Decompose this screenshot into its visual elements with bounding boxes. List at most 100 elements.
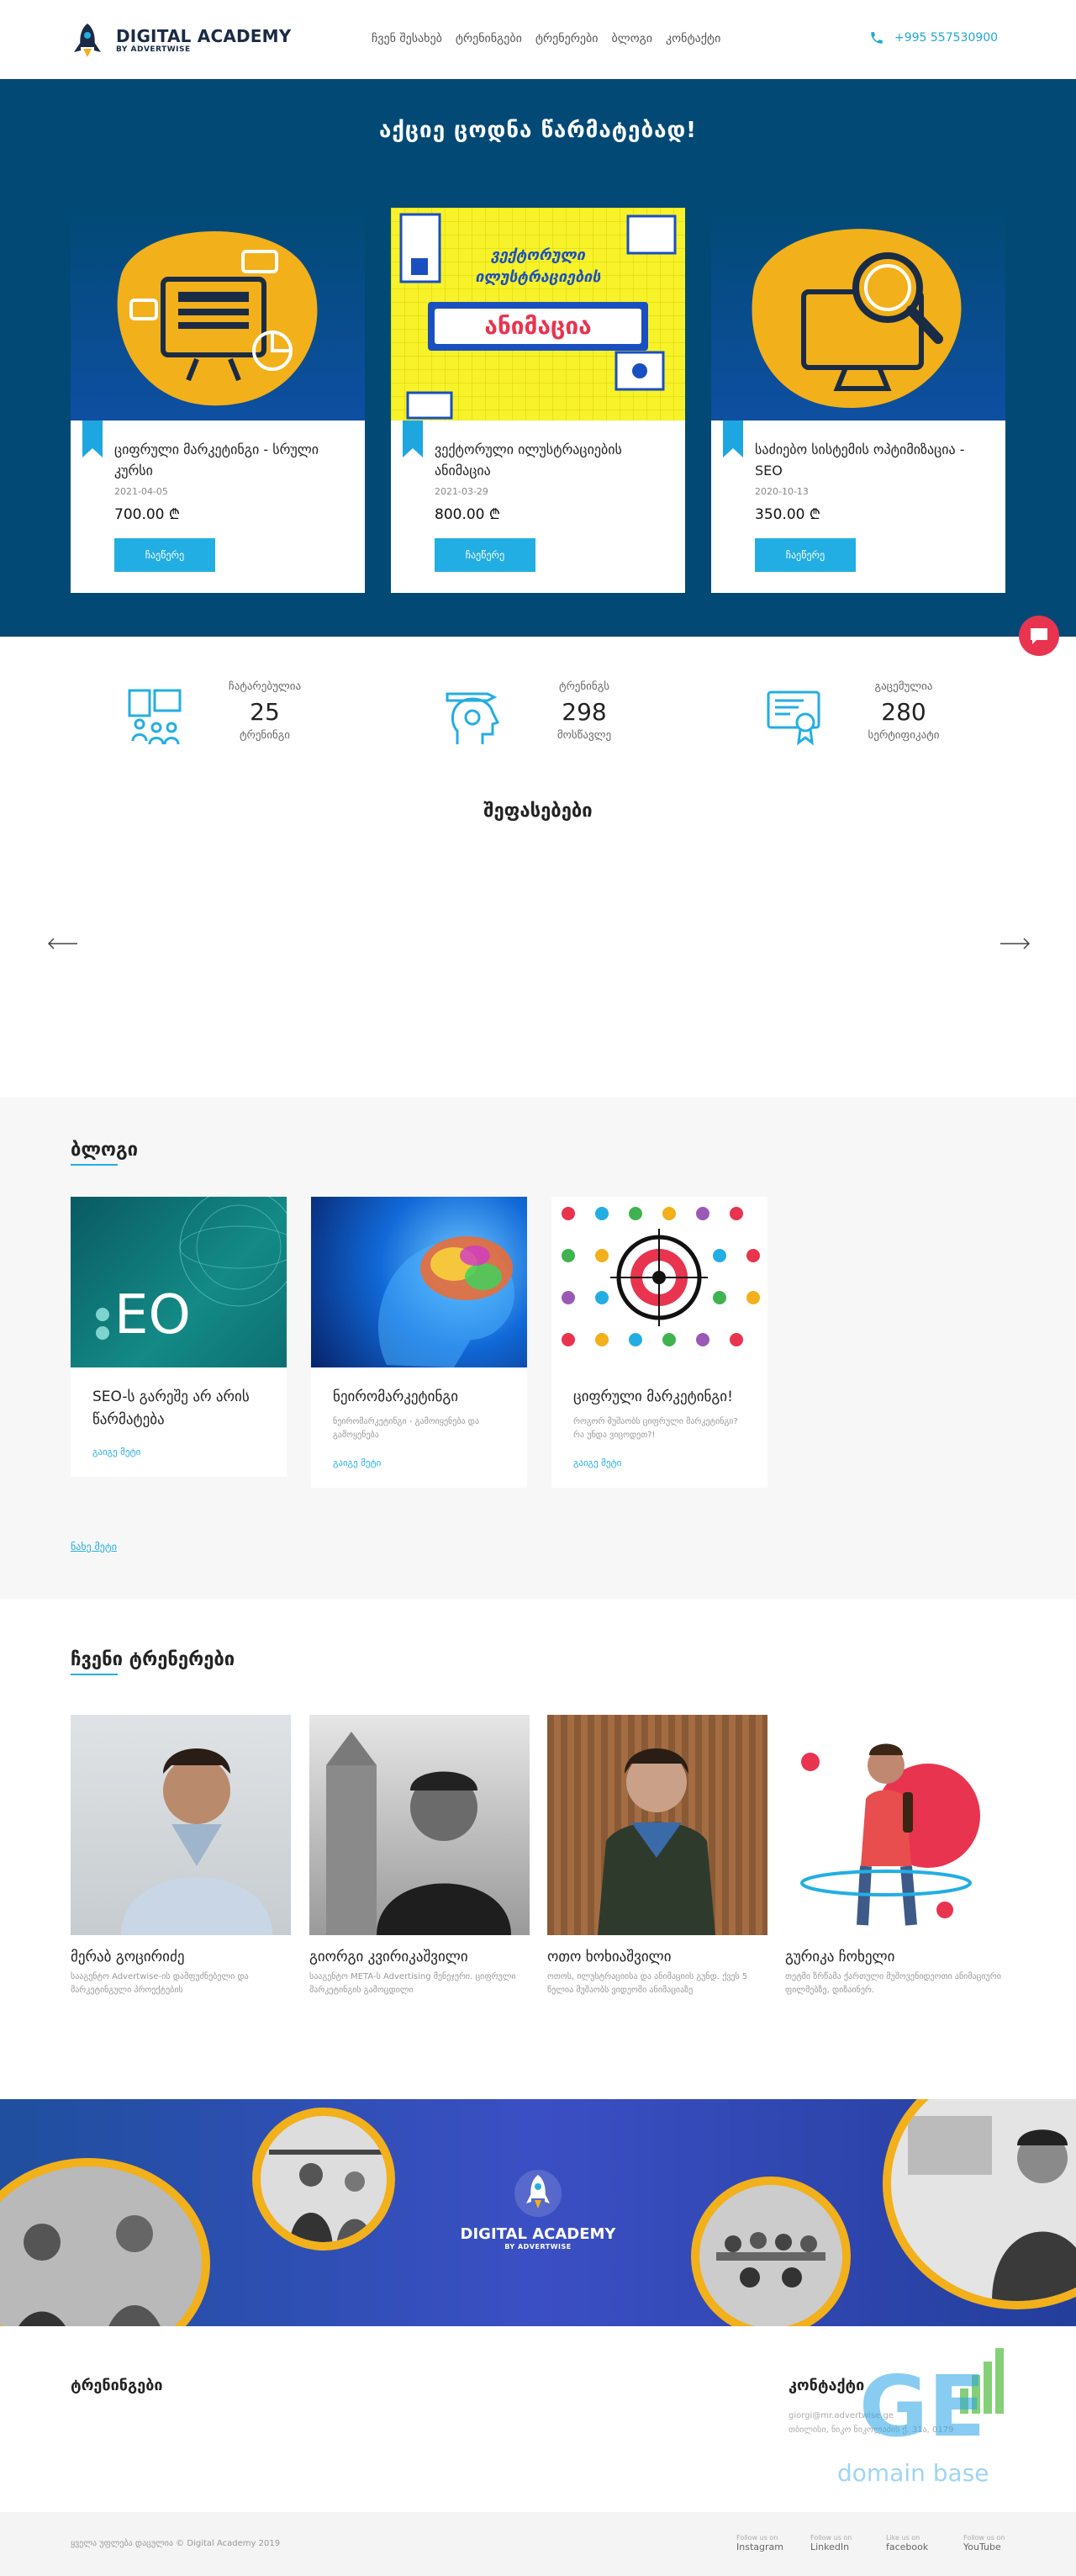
social-youtube[interactable]: Follow us on YouTube: [963, 2534, 1022, 2552]
target-audience-graphic: [562, 1207, 760, 1346]
stat-label-top: ტრენინგს: [558, 680, 610, 693]
nav-trainers[interactable]: ტრენერები: [535, 32, 599, 45]
trainer-photo: [785, 1715, 1005, 1935]
youtube-icon: YouTube: [963, 2542, 1001, 2552]
trainers-title: ჩვენი ტრენერები: [71, 1649, 235, 1675]
copyright-text: ყველა უფლება დაცულია © Digital Academy 2…: [71, 2539, 281, 2548]
phone-link[interactable]: +995 557530900: [869, 30, 998, 45]
blog-image: [311, 1197, 527, 1367]
site-footer: ტრენინგები კონტაქტი giorgi@mr.advertwise…: [0, 2326, 1076, 2576]
trainer-name: მერაბ გოცირიძე: [71, 1949, 185, 1965]
nav-trainings[interactable]: ტრენინგები: [456, 32, 522, 45]
blog-card[interactable]: ციფრული მარკეტინგი! როგორ მუშაობს ციფრულ…: [551, 1197, 767, 1488]
promo-banner: DIGITAL ACADEMY BY ADVERTWISE: [0, 2099, 1076, 2326]
arrow-left-icon[interactable]: [45, 935, 79, 952]
stat-label-bottom: მოსწავლე: [556, 729, 612, 742]
facebook-icon: facebook: [886, 2542, 929, 2552]
banner-photo: [883, 2099, 1076, 2309]
presentation-board-icon: [117, 230, 318, 406]
blog-card[interactable]: EO SEO-ს გარეშე არ არის წარმატება გაიგე …: [71, 1197, 287, 1477]
read-more-link[interactable]: გაიგე მეტი: [573, 1457, 621, 1468]
blog-section: ბლოგი EO SEO-ს გარეშე არ არის წარმატება …: [0, 1098, 1076, 1599]
course-card[interactable]: საძიებო სისტემის ოპტიმიზაცია - SEO 2020-…: [711, 208, 1005, 593]
stat-label-bottom: ტრენინგი: [239, 729, 291, 742]
banner-photo: [252, 2108, 395, 2251]
arrow-right-icon[interactable]: [999, 935, 1032, 952]
trainer-card[interactable]: ოთო ხოხიაშვილი ოთოს, ილუსტრაციისა და ანი…: [547, 1715, 767, 1997]
nav-blog[interactable]: ბლოგი: [611, 32, 652, 45]
social-instagram[interactable]: Follow us on Instagram: [736, 2534, 795, 2552]
chat-button[interactable]: [1019, 616, 1059, 656]
see-more-link[interactable]: ნახე მეტი: [71, 1541, 117, 1552]
enroll-button[interactable]: ჩაეწერე: [114, 538, 215, 572]
trainer-photo: [71, 1715, 291, 1935]
stat-number: 298: [562, 698, 607, 726]
course-price: 700.00 ₾: [114, 506, 180, 523]
stat-label-top: ჩატარებულია: [228, 680, 302, 693]
trainer-card[interactable]: მერაბ გოცირიძე სააგენტო Advertwise-ის და…: [71, 1715, 291, 1997]
banner-brand-title: DIGITAL ACADEMY: [460, 2225, 616, 2243]
course-card[interactable]: ვექტორული ილუსტრაციების ანიმაცია ვექტორუ…: [391, 208, 685, 593]
certificate-icon: [767, 690, 820, 746]
stat-students: ტრენინგს 298 მოსწავლე: [446, 680, 647, 764]
blog-image: EO: [71, 1197, 287, 1367]
linkedin-icon: LinkedIn: [810, 2542, 850, 2552]
trainer-card[interactable]: გიორგი კვირიკაშვილი სააგენტო META-ს Adve…: [309, 1715, 530, 1997]
course-price: 350.00 ₾: [755, 506, 820, 523]
course-image: [711, 208, 1005, 421]
banner-logo: DIGITAL ACADEMY BY ADVERTWISE: [454, 2168, 622, 2251]
chat-bubble-icon: [1031, 628, 1047, 644]
course-image: ვექტორული ილუსტრაციების ანიმაცია: [391, 208, 685, 421]
domain-watermark-logo: GE: [859, 2357, 986, 2456]
bookmark-icon: [82, 421, 103, 458]
person-photo-graphic: [800, 1743, 980, 1926]
brand-subtitle: BY ADVERTWISE: [116, 45, 191, 54]
trainer-name: ოთო ხოხიაშვილი: [547, 1949, 672, 1965]
head-pencil-icon: [446, 692, 500, 744]
blog-post-title: SEO-ს გარეშე არ არის წარმატება: [92, 1389, 250, 1428]
course-card[interactable]: ციფრული მარკეტინგი - სრული კურსი 2021-04…: [71, 208, 365, 593]
brand-title: DIGITAL ACADEMY: [116, 26, 292, 46]
footer-trainings-title: ტრენინგები: [71, 2377, 163, 2394]
presenter-audience-icon: [128, 689, 182, 745]
person-photo-graphic: [121, 1748, 272, 1935]
hero-section: აქციე ცოდნა წარმატებად! ციფრული მარკეტინ…: [0, 79, 1076, 656]
course-date: 2021-03-29: [435, 486, 488, 497]
read-more-link[interactable]: გაიგე მეტი: [92, 1447, 140, 1457]
social-linkedin[interactable]: Follow us on LinkedIn: [810, 2534, 869, 2552]
blog-title: ბლოგი: [71, 1140, 139, 1166]
read-more-link[interactable]: გაიგე მეტი: [333, 1457, 381, 1468]
nav-about[interactable]: ჩვენ შესახებ: [372, 32, 442, 45]
rocket-logo-icon: [514, 2170, 562, 2217]
stat-certificates: გაცემულია 280 სერტიფიკატი: [765, 680, 967, 764]
trainer-card[interactable]: გურიკა ჩოხელი თეტმი ზრწამა ქართული მუშოვ…: [785, 1715, 1005, 1997]
blog-card[interactable]: ნეირომარკეტინგი ნეირომარკეტინგი - გამოიყ…: [311, 1197, 527, 1488]
banner-photo: [0, 2158, 210, 2326]
monitor-magnifier-icon: [752, 229, 962, 409]
stat-trainings: ჩატარებულია 25 ტრენინგი: [126, 680, 328, 764]
enroll-button[interactable]: ჩაეწერე: [435, 538, 535, 572]
blog-post-title: ნეირომარკეტინგი: [333, 1389, 459, 1405]
nav-contact[interactable]: კონტაქტი: [666, 32, 720, 45]
course-title: ვექტორული ილუსტრაციების ანიმაცია: [435, 442, 622, 479]
hero-title: აქციე ცოდნა წარმატებად!: [378, 118, 698, 143]
stats-section: ჩატარებულია 25 ტრენინგი ტრენინგს 298 მოს…: [0, 637, 1076, 801]
footer-top: ტრენინგები კონტაქტი giorgi@mr.advertwise…: [0, 2326, 1076, 2512]
trainers-section: ჩვენი ტრენერები მერაბ გოცირიძე სააგენტო …: [0, 1599, 1076, 2099]
site-logo[interactable]: DIGITAL ACADEMY BY ADVERTWISE: [71, 22, 291, 59]
poster-headline: ანიმაცია: [484, 312, 592, 340]
blog-post-excerpt: ნეირომარკეტინგი - გამოიყენება და გამოყენ…: [333, 1417, 480, 1440]
enroll-button[interactable]: ჩაეწერე: [755, 538, 856, 572]
main-nav: ჩვენ შესახებ ტრენინგები ტრენერები ბლოგი …: [372, 32, 720, 45]
trainer-name: გურიკა ჩოხელი: [785, 1949, 895, 1965]
stat-number: 25: [250, 698, 280, 726]
trainer-desc: სააგენტო Advertwise-ის დამფუძნებელი და მ…: [71, 1972, 249, 1995]
trainer-desc: სააგენტო META-ს Advertising მენეჯერი. ცი…: [309, 1972, 516, 1995]
stat-label-top: გაცემულია: [874, 680, 933, 693]
footer-contact-title: კონტაქტი: [789, 2377, 865, 2394]
stat-number: 280: [881, 698, 926, 726]
trainer-desc: ოთოს, ილუსტრაციისა და ანიმაციის გუნდ. ქვ…: [547, 1972, 748, 1995]
blog-post-title: ციფრული მარკეტინგი!: [573, 1389, 733, 1405]
social-facebook[interactable]: Like us on facebook: [886, 2534, 945, 2552]
trainer-desc: თეტმი ზრწამა ქართული მუშოვენიდეოთი ანიმა…: [785, 1972, 1001, 1995]
